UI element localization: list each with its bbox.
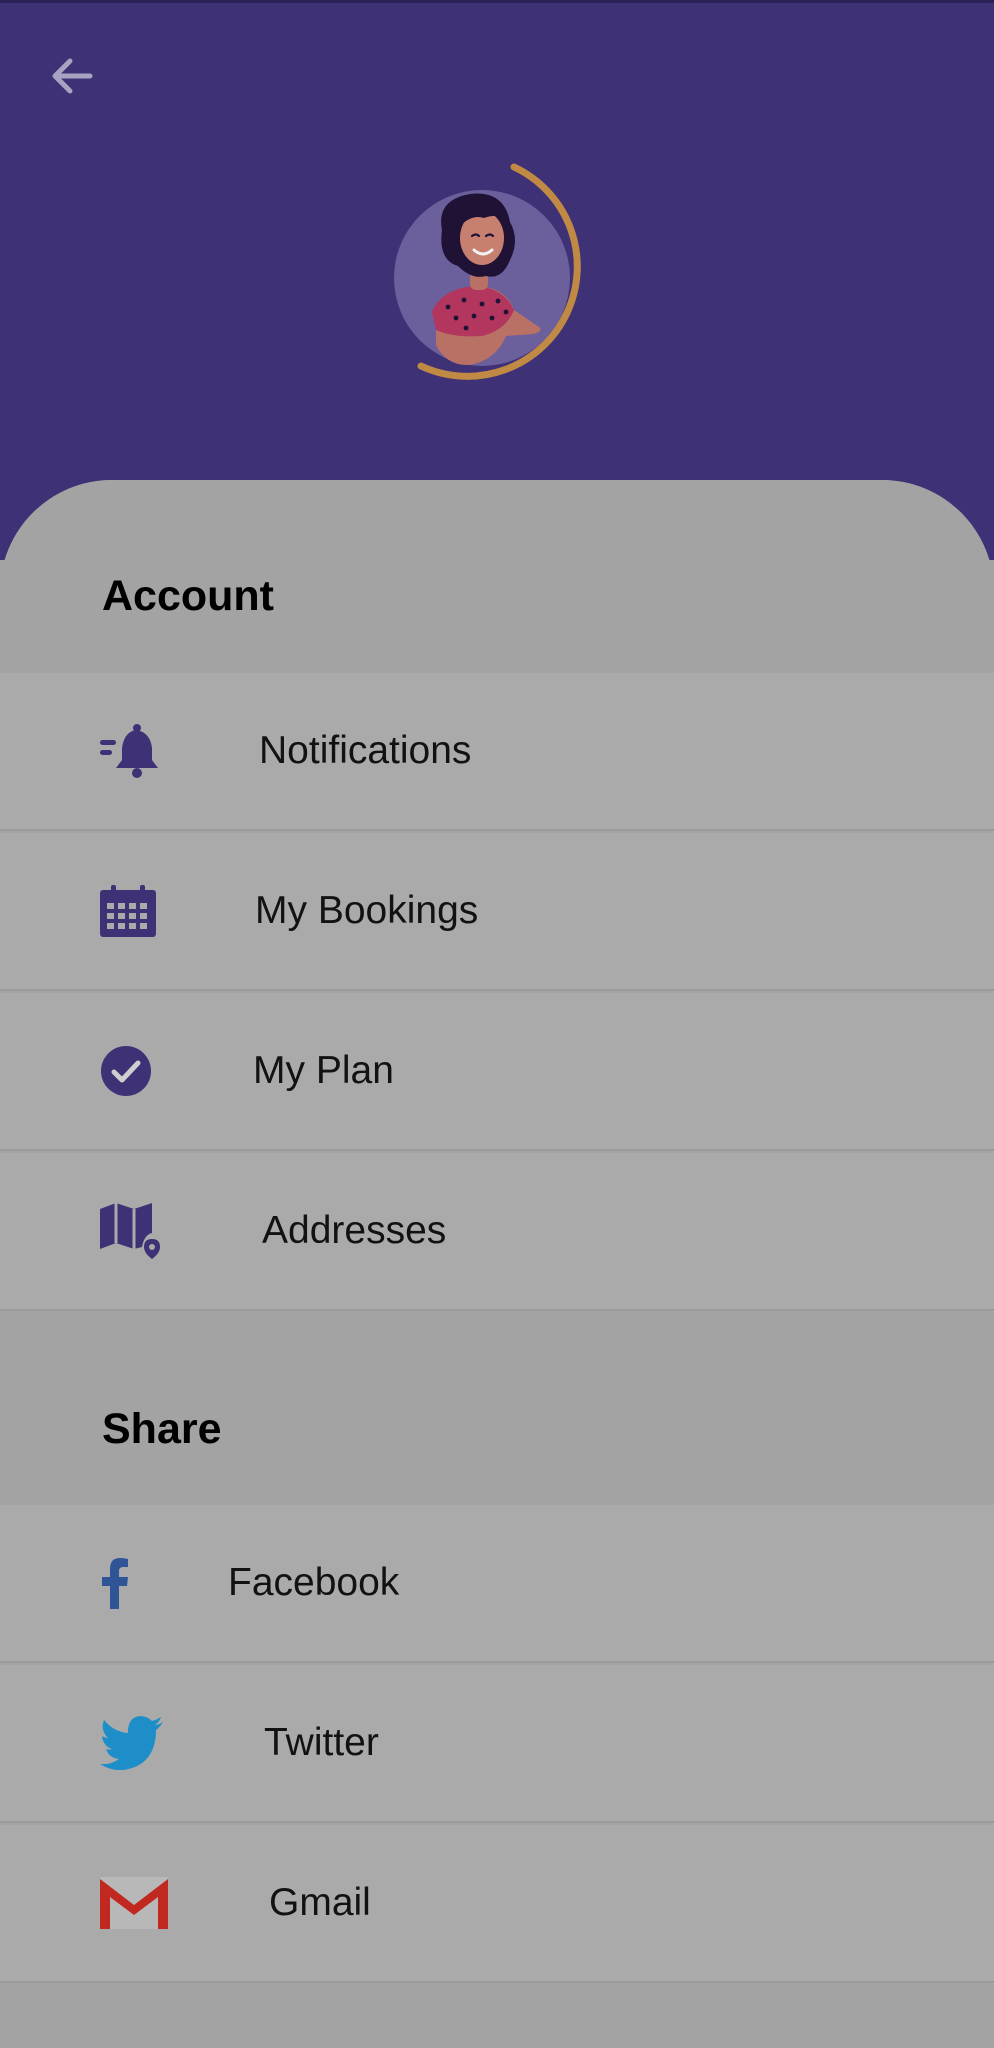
avatar[interactable] xyxy=(386,160,606,390)
menu-item-label: My Bookings xyxy=(255,889,479,932)
account-section-title: Account xyxy=(102,572,274,620)
menu-item-my-bookings[interactable]: My Bookings xyxy=(0,833,994,991)
bell-icon xyxy=(100,724,160,778)
profile-header xyxy=(0,0,994,560)
share-section-title: Share xyxy=(102,1405,222,1453)
gmail-icon xyxy=(100,1877,168,1929)
share-section-header: Share xyxy=(0,1313,994,1511)
menu-item-notifications[interactable]: Notifications xyxy=(0,673,994,831)
menu-item-my-plan[interactable]: My Plan xyxy=(0,993,994,1151)
arrow-left-icon xyxy=(52,58,93,94)
share-item-gmail[interactable]: Gmail xyxy=(0,1825,994,1983)
twitter-icon xyxy=(100,1716,164,1770)
menu-item-label: My Plan xyxy=(253,1049,394,1092)
account-section-header: Account xyxy=(0,480,994,673)
share-item-twitter[interactable]: Twitter xyxy=(0,1665,994,1823)
menu-item-label: Addresses xyxy=(262,1209,447,1252)
menu-item-addresses[interactable]: Addresses xyxy=(0,1153,994,1311)
share-item-label: Facebook xyxy=(228,1561,400,1604)
menu-item-label: Notifications xyxy=(259,729,472,772)
back-button[interactable] xyxy=(40,44,104,108)
calendar-icon xyxy=(100,885,156,937)
share-item-label: Twitter xyxy=(264,1721,379,1764)
map-pin-icon xyxy=(100,1203,164,1259)
status-bar-edge xyxy=(0,0,994,3)
facebook-icon xyxy=(100,1557,130,1609)
settings-sheet: Account Notifications My Bookings My Pla… xyxy=(0,480,994,2048)
share-item-label: Gmail xyxy=(269,1881,371,1924)
woman-avatar-illustration xyxy=(394,163,581,380)
check-circle-icon xyxy=(100,1045,152,1097)
share-item-facebook[interactable]: Facebook xyxy=(0,1505,994,1663)
